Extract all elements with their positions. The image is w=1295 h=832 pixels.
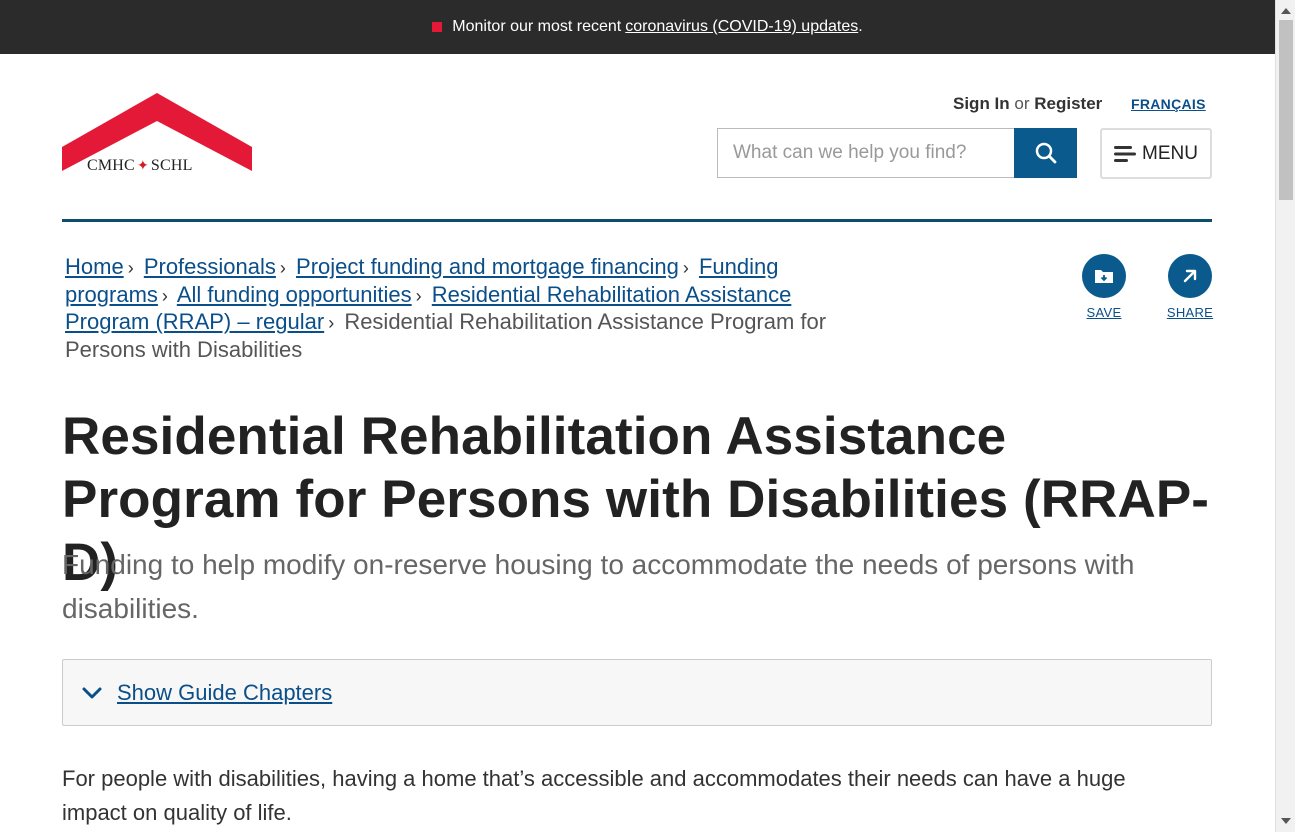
hamburger-icon: [1114, 145, 1137, 162]
account-links: Sign In or Register: [953, 94, 1102, 114]
scroll-thumb[interactable]: [1279, 20, 1293, 200]
search-input[interactable]: What can we help you find?: [717, 128, 1015, 178]
arrow-up-right-icon: [1183, 269, 1197, 283]
chevron-right-icon: ›: [279, 258, 286, 278]
maple-leaf-icon: ✦: [136, 158, 149, 174]
header-divider: [62, 219, 1212, 222]
intro-paragraph: For people with disabilities, having a h…: [62, 766, 1126, 825]
guide-chapters-toggle[interactable]: Show Guide Chapters: [62, 659, 1212, 726]
scroll-down-icon[interactable]: [1281, 818, 1291, 824]
show-guide-chapters-link[interactable]: Show Guide Chapters: [117, 680, 332, 706]
logo-left-text: CMHC: [87, 157, 135, 174]
register-link[interactable]: Register: [1034, 94, 1102, 113]
sign-in-link[interactable]: Sign In: [953, 94, 1010, 113]
or-text: or: [1014, 94, 1030, 113]
breadcrumb-all-funding[interactable]: All funding opportunities: [177, 282, 412, 307]
breadcrumb-home[interactable]: Home: [65, 254, 124, 279]
menu-button[interactable]: MENU: [1100, 128, 1212, 179]
search-icon: [1035, 142, 1056, 164]
save-button[interactable]: SAVE: [1074, 254, 1134, 320]
chevron-right-icon: ›: [682, 258, 689, 278]
logo-right-text: SCHL: [150, 157, 193, 174]
covid-updates-link[interactable]: coronavirus (COVID-19) updates: [625, 18, 858, 36]
scroll-up-icon[interactable]: [1281, 8, 1291, 14]
breadcrumb-professionals[interactable]: Professionals: [144, 254, 276, 279]
breadcrumb: Home › Professionals › Project funding and…: [65, 254, 840, 363]
share-circle[interactable]: [1168, 254, 1212, 298]
chevron-right-icon: ›: [127, 258, 134, 278]
share-button[interactable]: SHARE: [1160, 254, 1220, 320]
menu-label: MENU: [1142, 142, 1198, 164]
chevron-right-icon: ›: [415, 285, 422, 306]
chevron-right-icon: ›: [328, 313, 335, 333]
covid-alert-bar: Monitor our most recent coronavirus (COV…: [0, 0, 1295, 54]
save-label[interactable]: SAVE: [1074, 305, 1134, 320]
logo-wordmark: CMHC ✦ SCHL: [87, 157, 193, 175]
alert-prefix: Monitor our most recent: [452, 18, 622, 35]
language-toggle-link[interactable]: FRANÇAIS: [1131, 96, 1206, 112]
search-button[interactable]: [1014, 128, 1077, 178]
alert-square-icon: [432, 22, 443, 32]
chevron-right-icon: ›: [161, 285, 168, 306]
page-subtitle: Funding to help modify on-reserve housin…: [62, 549, 1135, 624]
alert-suffix: .: [858, 18, 863, 35]
save-circle[interactable]: [1082, 254, 1126, 298]
folder-save-icon: [1095, 270, 1113, 283]
page-scrollbar[interactable]: [1275, 0, 1295, 832]
chevron-down-icon: [82, 687, 102, 698]
breadcrumb-project-funding[interactable]: Project funding and mortgage financing: [296, 254, 679, 279]
share-label[interactable]: SHARE: [1160, 305, 1220, 320]
